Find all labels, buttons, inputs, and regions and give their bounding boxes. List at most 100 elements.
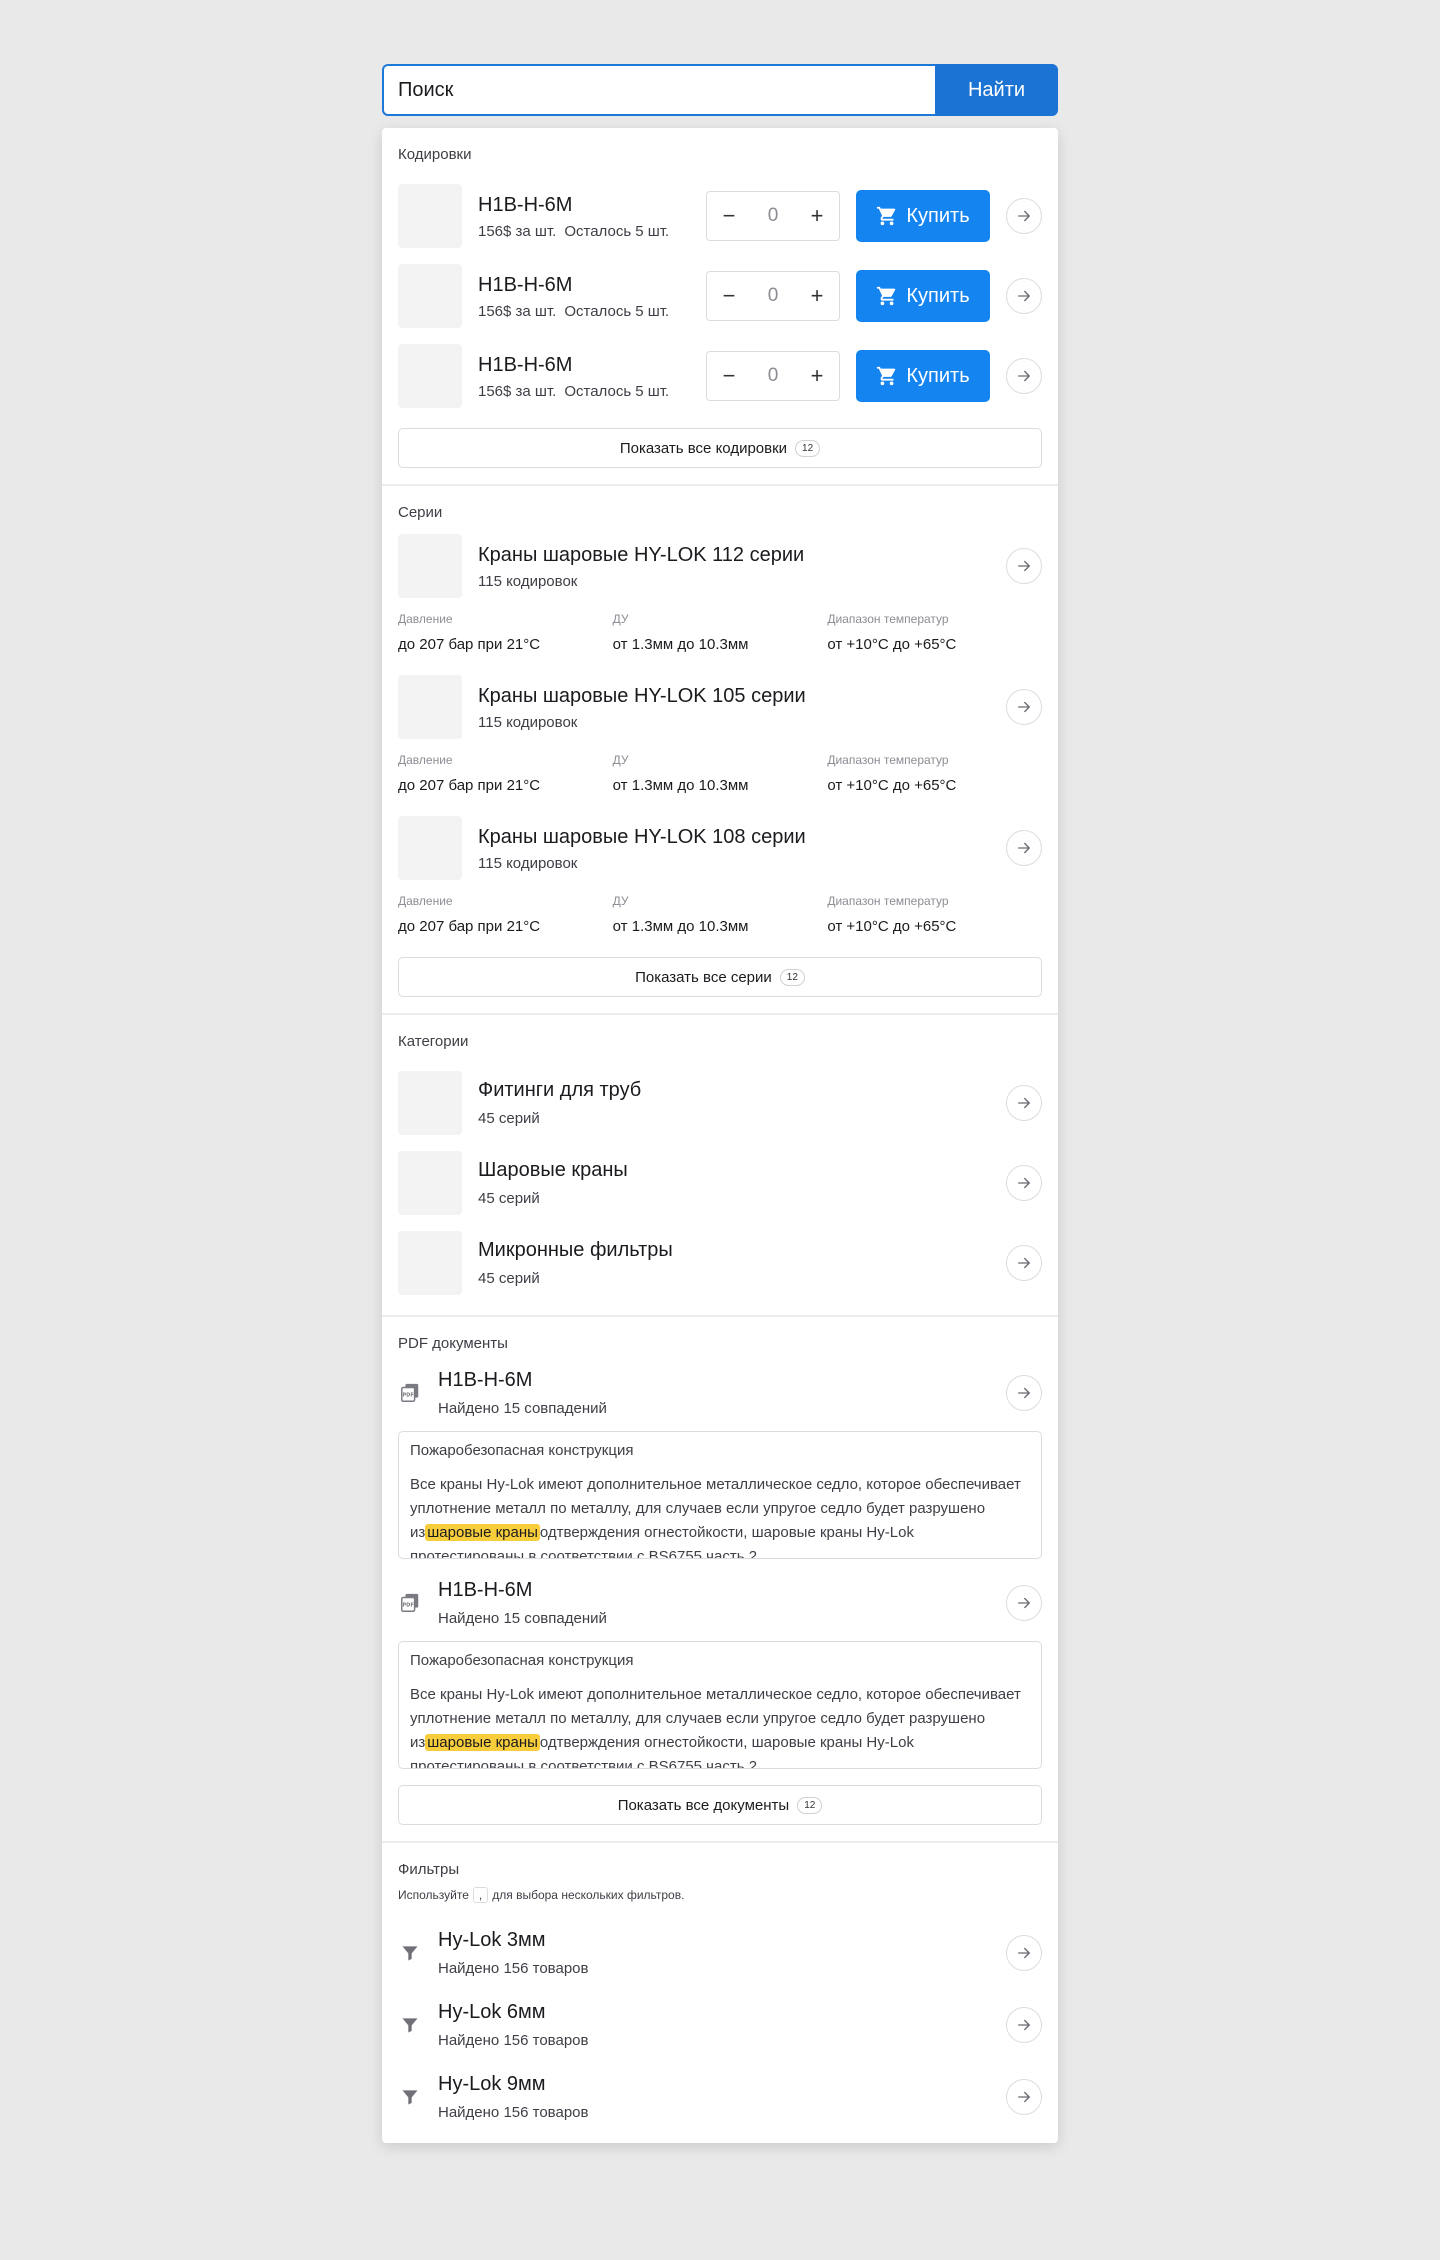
cart-icon — [876, 205, 898, 227]
filters-hint-key: , — [472, 1887, 489, 1903]
series-title: Серии — [398, 504, 443, 521]
svg-text:PDF: PDF — [403, 1393, 415, 1399]
plus-icon[interactable]: + — [795, 272, 839, 320]
search-button[interactable]: Найти — [935, 64, 1058, 116]
category-name: Фитинги для труб — [478, 1079, 642, 1101]
series-head: Краны шаровые HY-LOK 105 серии 115 кодир… — [398, 675, 1042, 739]
series-item[interactable]: Краны шаровые HY-LOK 105 серии 115 кодир… — [398, 675, 1042, 794]
spec-label: Давление — [398, 612, 453, 626]
document-row[interactable]: PDF H1B-H-6M Найдено 15 совпадений — [398, 1365, 1042, 1421]
search-input[interactable] — [382, 64, 935, 116]
series-spec: ДУ от 1.3мм до 10.3мм — [613, 753, 828, 794]
spec-value: от 1.3мм до 10.3мм — [612, 636, 749, 653]
coding-price: 156$ за шт. — [478, 302, 557, 320]
series-section: Серии Краны шаровые HY-LOK 112 серии 115… — [382, 486, 1058, 1015]
categories-section: Категории Фитинги для труб 45 серий Шаро… — [382, 1015, 1058, 1317]
arrow-right-icon[interactable] — [1006, 1165, 1042, 1201]
arrow-right-icon[interactable] — [1006, 1585, 1042, 1621]
coding-name: H1B-H-6M — [478, 273, 573, 296]
arrow-right-icon[interactable] — [1006, 198, 1042, 234]
coding-row[interactable]: H1B-H-6M 156$ за шт. Осталось 5 шт. − 0 +… — [398, 176, 1042, 256]
filter-row[interactable]: Hy-Lok 3мм Найдено 156 товаров — [398, 1917, 1042, 1989]
arrow-right-icon[interactable] — [1006, 358, 1042, 394]
arrow-right-icon[interactable] — [1006, 2079, 1042, 2115]
search-dropdown: Найти Кодировки H1B-H-6M 156$ за шт. Оста… — [382, 64, 1058, 2143]
filter-row[interactable]: Hy-Lok 6мм Найдено 156 товаров — [398, 1989, 1042, 2061]
results-panel: Кодировки H1B-H-6M 156$ за шт. Осталось 5… — [382, 128, 1058, 2143]
spec-label: Давление — [398, 894, 453, 908]
coding-thumbnail — [398, 264, 462, 328]
coding-price: 156$ за шт. — [478, 382, 557, 400]
document-preview-text: Все краны Hy-Lok имеют дополнительное ме… — [410, 1683, 1030, 1768]
spec-value: от +10°C до +65°C — [827, 918, 957, 935]
series-count: 115 кодировок — [478, 713, 578, 731]
series-info: Краны шаровые HY-LOK 105 серии 115 кодир… — [478, 684, 1006, 731]
search-highlight: шаровые краны — [425, 1734, 540, 1751]
arrow-right-icon[interactable] — [1006, 689, 1042, 725]
minus-icon[interactable]: − — [707, 192, 751, 240]
series-item[interactable]: Краны шаровые HY-LOK 108 серии 115 кодир… — [398, 816, 1042, 935]
plus-icon[interactable]: + — [795, 192, 839, 240]
coding-stock: Осталось 5 шт. — [564, 222, 670, 240]
buy-button[interactable]: Купить — [856, 190, 990, 242]
document-name: H1B-H-6M — [438, 1369, 533, 1391]
series-item[interactable]: Краны шаровые HY-LOK 112 серии 115 кодир… — [398, 534, 1042, 653]
arrow-right-icon[interactable] — [1006, 2007, 1042, 2043]
spec-label: Диапазон температур — [827, 612, 949, 626]
show-all-documents-label: Показать все документы — [617, 1796, 790, 1814]
categories-title: Категории — [398, 1033, 469, 1050]
minus-icon[interactable]: − — [707, 352, 751, 400]
category-row[interactable]: Микронные фильтры 45 серий — [398, 1223, 1042, 1303]
categories-list: Фитинги для труб 45 серий Шаровые краны … — [398, 1063, 1042, 1303]
spec-label: Диапазон температур — [827, 753, 949, 767]
document-preview-title: Пожаробезопасная конструкция — [410, 1442, 634, 1459]
buy-button[interactable]: Купить — [856, 350, 990, 402]
category-thumbnail — [398, 1231, 462, 1295]
filter-info: Hy-Lok 3мм Найдено 156 товаров — [438, 1929, 1006, 1977]
quantity-value[interactable]: 0 — [751, 365, 795, 387]
spec-value: до 207 бар при 21°C — [398, 777, 541, 794]
coding-row[interactable]: H1B-H-6M 156$ за шт. Осталось 5 шт. − 0 +… — [398, 336, 1042, 416]
show-all-series-button[interactable]: Показать все серии 12 — [398, 957, 1042, 997]
plus-icon[interactable]: + — [795, 352, 839, 400]
category-row[interactable]: Шаровые краны 45 серий — [398, 1143, 1042, 1223]
filter-name: Hy-Lok 3мм — [438, 1929, 546, 1951]
series-head: Краны шаровые HY-LOK 108 серии 115 кодир… — [398, 816, 1042, 880]
category-row[interactable]: Фитинги для труб 45 серий — [398, 1063, 1042, 1143]
series-spec: ДУ от 1.3мм до 10.3мм — [613, 612, 828, 653]
buy-button[interactable]: Купить — [856, 270, 990, 322]
codings-title: Кодировки — [398, 146, 472, 163]
coding-thumbnail — [398, 344, 462, 408]
coding-row[interactable]: H1B-H-6M 156$ за шт. Осталось 5 шт. − 0 +… — [398, 256, 1042, 336]
arrow-right-icon[interactable] — [1006, 1085, 1042, 1121]
coding-info: H1B-H-6M 156$ за шт. Осталось 5 шт. — [478, 353, 706, 400]
series-name: Краны шаровые HY-LOK 108 серии — [478, 825, 806, 848]
arrow-right-icon[interactable] — [1006, 1935, 1042, 1971]
arrow-right-icon[interactable] — [1006, 1375, 1042, 1411]
quantity-value[interactable]: 0 — [751, 205, 795, 227]
coding-price: 156$ за шт. — [478, 222, 557, 240]
show-all-documents-button[interactable]: Показать все документы 12 — [398, 1785, 1042, 1825]
category-thumbnail — [398, 1151, 462, 1215]
show-all-codings-button[interactable]: Показать все кодировки 12 — [398, 428, 1042, 468]
document-preview-title: Пожаробезопасная конструкция — [410, 1652, 634, 1669]
category-thumbnail — [398, 1071, 462, 1135]
search-bar: Найти — [382, 64, 1058, 116]
category-info: Шаровые краны 45 серий — [478, 1159, 1006, 1207]
series-specs: Давление до 207 бар при 21°C ДУ от 1.3мм… — [398, 753, 1042, 794]
arrow-right-icon[interactable] — [1006, 830, 1042, 866]
coding-info: H1B-H-6M 156$ за шт. Осталось 5 шт. — [478, 193, 706, 240]
coding-info: H1B-H-6M 156$ за шт. Осталось 5 шт. — [478, 273, 706, 320]
arrow-right-icon[interactable] — [1006, 1245, 1042, 1281]
buy-button-label: Купить — [906, 204, 970, 227]
quantity-value[interactable]: 0 — [751, 285, 795, 307]
document-row[interactable]: PDF H1B-H-6M Найдено 15 совпадений — [398, 1575, 1042, 1631]
arrow-right-icon[interactable] — [1006, 548, 1042, 584]
spec-value: от 1.3мм до 10.3мм — [612, 777, 749, 794]
arrow-right-icon[interactable] — [1006, 278, 1042, 314]
minus-icon[interactable]: − — [707, 272, 751, 320]
codings-count-badge: 12 — [795, 439, 821, 457]
filter-row[interactable]: Hy-Lok 9мм Найдено 156 товаров — [398, 2061, 1042, 2133]
coding-name: H1B-H-6M — [478, 353, 573, 376]
funnel-icon — [398, 2013, 422, 2037]
